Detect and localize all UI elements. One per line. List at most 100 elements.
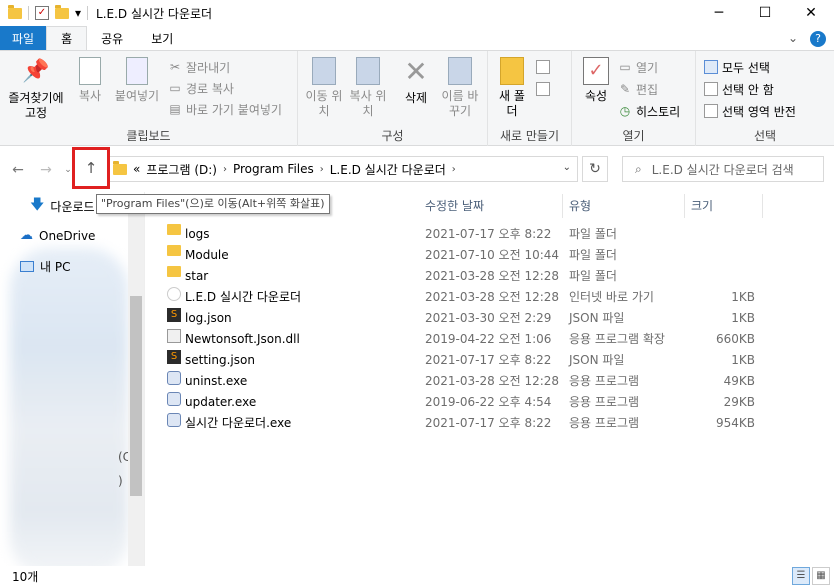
tab-share[interactable]: 공유	[87, 26, 137, 50]
folder-icon	[167, 266, 181, 277]
open-button[interactable]: ▭ 열기	[618, 57, 658, 77]
easy-access-button[interactable]	[536, 79, 550, 99]
rename-label: 이름 바꾸기	[441, 89, 479, 118]
history-icon: ◷	[619, 104, 631, 118]
nav-item-downloads[interactable]: 🡇 다운로드	[30, 194, 95, 218]
file-type: 인터넷 바로 가기	[569, 290, 654, 304]
exe-file-icon	[167, 392, 181, 406]
pin-to-quick-access-button[interactable]: 📌 즐겨찾기에 고정	[4, 57, 68, 121]
select-none-button[interactable]: 선택 안 함	[704, 79, 774, 99]
search-box[interactable]: ⌕ L.E.D 실시간 다운로더 검색	[622, 156, 824, 182]
close-button[interactable]: ✕	[788, 0, 834, 26]
nav-item-this-pc[interactable]: 내 PC	[20, 258, 70, 275]
file-name: Newtonsoft.Json.dll	[185, 332, 300, 346]
chevron-right-icon[interactable]: ›	[320, 164, 324, 175]
chevron-down-icon[interactable]: ⌄	[563, 162, 571, 173]
back-button[interactable]: ←	[8, 160, 28, 180]
navigation-pane: 🡇 다운로드 ☁ OneDrive 내 PC (C )	[0, 192, 145, 566]
file-row[interactable]: L.E.D 실시간 다운로더 2021-03-28 오전 12:28 인터넷 바로 …	[165, 287, 765, 308]
nav-item-drive-partial[interactable]: )	[118, 474, 123, 488]
breadcrumb-drive[interactable]: 프로그램 (D:)	[146, 161, 217, 178]
file-row[interactable]: Module 2021-07-10 오전 10:44 파일 폴더	[165, 245, 765, 266]
properties-icon: ✓	[583, 57, 609, 85]
column-header-size[interactable]: 크기	[685, 194, 763, 218]
file-row[interactable]: Ssetting.json 2021-07-17 오후 8:22 JSON 파일 1K…	[165, 350, 765, 371]
tab-file[interactable]: 파일	[0, 26, 47, 50]
forward-button[interactable]: →	[36, 160, 56, 180]
up-button-highlight: ↑	[72, 147, 110, 189]
paste-button[interactable]: 붙여넣기	[112, 57, 162, 104]
breadcrumb-overflow[interactable]: «	[133, 162, 140, 176]
properties-button[interactable]: ✓ 속성	[578, 57, 614, 104]
file-row[interactable]: logs 2021-07-17 오후 8:22 파일 폴더	[165, 224, 765, 245]
file-date: 2021-03-30 오전 2:29	[425, 311, 552, 325]
file-name: uninst.exe	[185, 374, 248, 388]
group-label: 열기	[622, 129, 645, 143]
breadcrumb-current[interactable]: L.E.D 실시간 다운로더	[330, 161, 446, 178]
json-file-icon: S	[167, 308, 181, 322]
copy-button[interactable]: 복사	[72, 57, 108, 104]
column-header-date[interactable]: 수정한 날짜	[419, 194, 563, 218]
exe-file-icon	[167, 413, 181, 427]
address-bar[interactable]: « 프로그램 (D:) › Program Files › L.E.D 실시간 …	[108, 156, 578, 182]
invert-selection-button[interactable]: 선택 영역 반전	[704, 101, 796, 121]
move-icon	[312, 57, 336, 85]
view-switcher: ☰ ▦	[792, 567, 830, 585]
file-size: 29KB	[723, 395, 755, 409]
breadcrumb-program-files[interactable]: Program Files	[233, 162, 314, 176]
file-row[interactable]: Newtonsoft.Json.dll 2019-04-22 오전 1:06 응용 …	[165, 329, 765, 350]
group-new: 새 폴더 새로 만들기	[488, 51, 572, 147]
nav-item-onedrive[interactable]: ☁ OneDrive	[20, 228, 95, 243]
item-count: 10개	[12, 570, 39, 584]
group-label: 클립보드	[126, 129, 171, 143]
easy-access-icon	[536, 82, 550, 96]
tab-home[interactable]: 홈	[46, 26, 88, 50]
file-type: 응용 프로그램 확장	[569, 332, 665, 346]
history-button[interactable]: ◷ 히스토리	[618, 101, 680, 121]
up-arrow-button[interactable]: ↑	[83, 158, 99, 178]
large-icons-view-button[interactable]: ▦	[812, 567, 830, 585]
new-folder-label: 새 폴더	[499, 89, 525, 118]
file-row[interactable]: uninst.exe 2021-03-28 오전 12:28 응용 프로그램 49KB	[165, 371, 765, 392]
tab-view[interactable]: 보기	[137, 26, 187, 50]
copy-path-button[interactable]: ▭ 경로 복사	[168, 78, 234, 98]
select-all-button[interactable]: 모두 선택	[704, 57, 770, 77]
up-button-tooltip: "Program Files"(으)로 이동(Alt+위쪽 화살표)	[96, 194, 330, 214]
ribbon-right-controls: ⌄ ?	[788, 31, 826, 47]
file-row[interactable]: star 2021-03-28 오전 12:28 파일 폴더	[165, 266, 765, 287]
new-folder-quick-icon[interactable]	[55, 4, 69, 19]
file-row[interactable]: Slog.json 2021-03-30 오전 2:29 JSON 파일 1KB	[165, 308, 765, 329]
customize-quick-access-dropdown[interactable]: ▾	[75, 6, 81, 20]
move-to-button[interactable]: 이동 위치	[304, 57, 344, 119]
open-icon: ▭	[619, 60, 631, 74]
scrollbar-thumb[interactable]	[130, 296, 142, 496]
cut-label: 잘라내기	[186, 60, 231, 75]
paste-shortcut-button[interactable]: ▤ 바로 가기 붙여넣기	[168, 99, 282, 119]
properties-quick-icon[interactable]: ✓	[35, 6, 49, 20]
chevron-right-icon[interactable]: ›	[452, 164, 456, 175]
rename-button[interactable]: 이름 바꾸기	[438, 57, 482, 119]
open-label: 열기	[636, 60, 659, 75]
copy-to-button[interactable]: 복사 위치	[348, 57, 388, 119]
search-icon: ⌕	[635, 161, 642, 176]
file-type: 응용 프로그램	[569, 395, 640, 409]
cut-button[interactable]: ✂ 잘라내기	[168, 57, 230, 77]
minimize-button[interactable]: ─	[696, 0, 742, 26]
file-row[interactable]: 실시간 다운로더.exe 2021-07-17 오후 8:22 응용 프로그램 954…	[165, 413, 765, 434]
details-view-button[interactable]: ☰	[792, 567, 810, 585]
file-row[interactable]: updater.exe 2019-06-22 오후 4:54 응용 프로그램 29KB	[165, 392, 765, 413]
help-icon[interactable]: ?	[810, 31, 826, 47]
new-item-button[interactable]	[536, 57, 550, 77]
select-none-icon	[704, 82, 718, 96]
new-folder-button[interactable]: 새 폴더	[494, 57, 530, 119]
edit-button[interactable]: ✎ 편집	[618, 79, 658, 99]
select-all-label: 모두 선택	[722, 60, 770, 75]
column-header-type[interactable]: 유형	[563, 194, 685, 218]
refresh-button[interactable]: ↻	[582, 156, 608, 182]
chevron-down-icon[interactable]: ⌄	[788, 31, 798, 47]
nav-pane-scrollbar[interactable]	[128, 200, 144, 574]
pin-icon: 📌	[22, 59, 50, 84]
chevron-right-icon[interactable]: ›	[223, 164, 227, 175]
maximize-button[interactable]: ☐	[742, 0, 788, 26]
delete-button[interactable]: ✕ 삭제	[396, 57, 436, 106]
